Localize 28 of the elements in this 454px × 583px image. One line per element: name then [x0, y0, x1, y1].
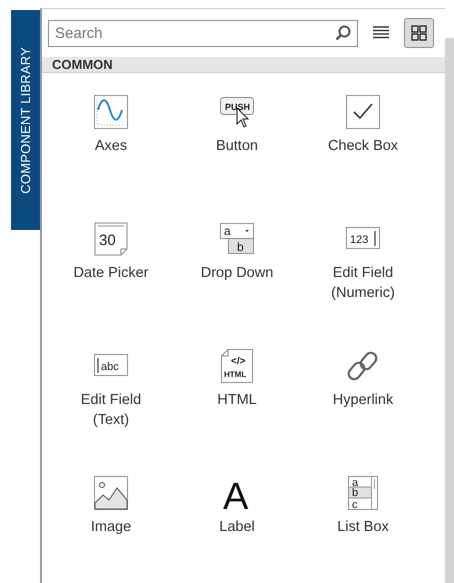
component-tile[interactable]: </> HTML HTML — [217, 348, 257, 410]
scrollbar[interactable] — [445, 38, 454, 583]
grid-view-button[interactable] — [404, 18, 434, 48]
grid-view-icon — [411, 25, 427, 41]
component-tile[interactable]: A Label — [219, 475, 255, 537]
component-tile[interactable]: 30 Date Picker — [74, 221, 148, 283]
component-tile[interactable]: abc Edit Field (Text) — [61, 348, 161, 430]
component-tile[interactable]: 123 Edit Field (Numeric) — [313, 221, 413, 303]
list-box-icon: a b c — [345, 475, 381, 511]
search-field[interactable]: Search — [48, 20, 358, 46]
component-tile[interactable]: Image — [90, 475, 132, 537]
checkbox-icon — [345, 94, 381, 130]
side-tab-label: COMPONENT LIBRARY — [18, 46, 33, 194]
search-icon — [335, 24, 351, 40]
component-tile[interactable]: Axes — [93, 94, 129, 156]
section-title: COMMON — [52, 57, 113, 72]
html-file-icon: </> HTML — [218, 348, 255, 384]
axes-icon — [93, 94, 129, 130]
component-tile[interactable]: Hyperlink — [332, 348, 394, 410]
image-icon — [93, 475, 129, 511]
side-tab[interactable]: COMPONENT LIBRARY — [11, 10, 40, 230]
list-view-icon — [373, 26, 389, 40]
component-tile[interactable]: a b Drop Down — [200, 221, 274, 283]
component-tile[interactable]: PUSH Button — [216, 94, 258, 156]
calendar-icon: 30 — [92, 221, 129, 257]
component-tile[interactable]: Check Box — [328, 94, 398, 156]
component-tile[interactable]: a b c List Box — [337, 475, 389, 537]
letter-icon: A — [219, 475, 255, 511]
